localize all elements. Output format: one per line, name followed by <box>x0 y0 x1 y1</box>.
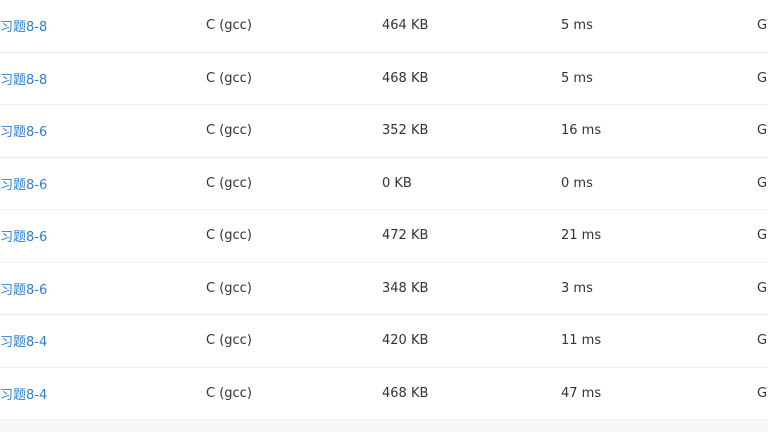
truncated-cell: Gl <box>757 333 768 349</box>
problem-link[interactable]: 习题8-6 <box>0 105 160 157</box>
truncated-cell: Gl <box>757 18 768 34</box>
table-row: 习题8-4 C (gcc) 420 KB 11 ms Gl <box>0 315 768 368</box>
memory-cell: 468 KB <box>382 385 429 401</box>
memory-cell: 352 KB <box>382 123 429 139</box>
language-cell: C (gcc) <box>206 70 252 86</box>
problem-link[interactable]: 习题8-4 <box>0 315 160 367</box>
language-cell: C (gcc) <box>206 175 252 191</box>
language-cell: C (gcc) <box>206 280 252 296</box>
table-footer-band <box>0 420 768 432</box>
problem-link[interactable]: 习题8-6 <box>0 210 160 262</box>
time-cell: 16 ms <box>561 123 602 139</box>
truncated-cell: Gl <box>757 280 768 296</box>
truncated-cell: Gl <box>757 228 768 244</box>
memory-cell: 420 KB <box>382 333 429 349</box>
memory-cell: 0 KB <box>382 175 412 191</box>
table-row: 习题8-6 C (gcc) 472 KB 21 ms Gl <box>0 210 768 263</box>
truncated-cell: Gl <box>757 123 768 139</box>
time-cell: 5 ms <box>561 70 593 86</box>
language-cell: C (gcc) <box>206 385 252 401</box>
time-cell: 47 ms <box>561 385 602 401</box>
truncated-cell: Gl <box>757 70 768 86</box>
problem-link[interactable]: 习题8-8 <box>0 0 160 52</box>
table-row: 习题8-6 C (gcc) 348 KB 3 ms Gl <box>0 263 768 315</box>
table-row: 习题8-4 C (gcc) 468 KB 47 ms Gl <box>0 368 768 420</box>
problem-link[interactable]: 习题8-4 <box>0 368 160 420</box>
memory-cell: 464 KB <box>382 18 429 34</box>
problem-link[interactable]: 习题8-6 <box>0 263 160 315</box>
language-cell: C (gcc) <box>206 123 252 139</box>
memory-cell: 348 KB <box>382 280 429 296</box>
time-cell: 11 ms <box>561 333 602 349</box>
table-row: 习题8-6 C (gcc) 0 KB 0 ms Gl <box>0 158 768 210</box>
language-cell: C (gcc) <box>206 18 252 34</box>
time-cell: 5 ms <box>561 18 593 34</box>
table-row: 习题8-8 C (gcc) 464 KB 5 ms Gl <box>0 0 768 53</box>
truncated-cell: Gl <box>757 385 768 401</box>
problem-link[interactable]: 习题8-6 <box>0 158 160 210</box>
table-row: 习题8-6 C (gcc) 352 KB 16 ms Gl <box>0 105 768 158</box>
time-cell: 21 ms <box>561 228 602 244</box>
time-cell: 3 ms <box>561 280 593 296</box>
table-row: 习题8-8 C (gcc) 468 KB 5 ms Gl <box>0 53 768 105</box>
truncated-cell: Gl <box>757 175 768 191</box>
time-cell: 0 ms <box>561 175 593 191</box>
language-cell: C (gcc) <box>206 333 252 349</box>
problem-link[interactable]: 习题8-8 <box>0 53 160 105</box>
submission-table: 习题8-8 C (gcc) 464 KB 5 ms Gl 习题8-8 C (gc… <box>0 0 768 420</box>
memory-cell: 472 KB <box>382 228 429 244</box>
memory-cell: 468 KB <box>382 70 429 86</box>
language-cell: C (gcc) <box>206 228 252 244</box>
